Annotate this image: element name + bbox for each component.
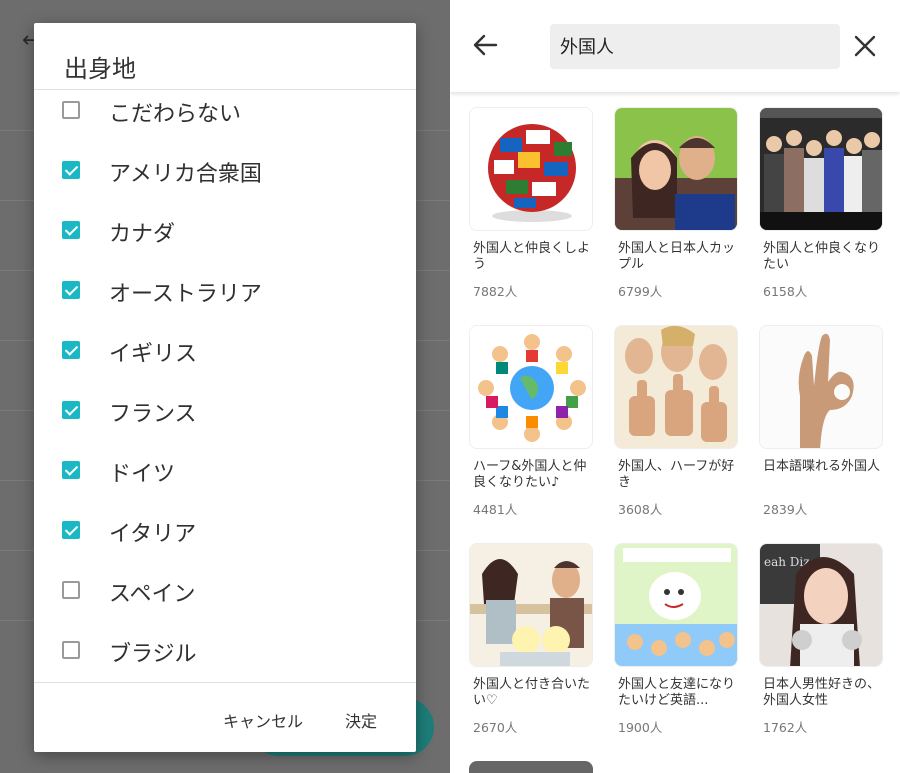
search-bar (450, 0, 900, 92)
checkbox[interactable] (62, 101, 80, 119)
community-title: 日本語喋れる外国人 (763, 459, 881, 474)
result-card[interactable]: 外国人と日本人カップル 6799人 (614, 107, 738, 307)
country-option-label: ブラジル (109, 642, 197, 667)
result-card[interactable]: eah Dizon 日本人男性好きの、外国人女性 1762人 (759, 543, 883, 743)
country-option-label: イギリス (109, 342, 198, 367)
country-option-list: こだわらない アメリカ合衆国 カナダオーストラリア イギリスフランスドイツイタリアスペ… (34, 90, 416, 682)
member-count: 3608人 (618, 502, 663, 517)
checkbox[interactable] (62, 641, 80, 659)
ok-button[interactable]: 決定 (345, 708, 377, 732)
country-option-label: カナダ (109, 222, 176, 247)
country-option-label: こだわらない (109, 102, 242, 127)
birthplace-dialog: 出身地 こだわらない アメリカ合衆国 カナダオーストラリア イギリスフランスドイツイタ… (34, 23, 416, 752)
result-card-partial[interactable] (469, 761, 593, 773)
community-thumbnail-image (759, 107, 883, 231)
community-title: ハーフ&外国人と仲良くなりたい♪ (473, 459, 587, 490)
checkbox[interactable] (62, 281, 80, 299)
result-card[interactable]: ハーフ&外国人と仲良くなりたい♪ 4481人 (469, 325, 593, 525)
community-title: 外国人と付き合いたい♡ (473, 677, 591, 708)
country-option[interactable]: イタリア (34, 510, 416, 570)
cancel-button[interactable]: キャンセル (223, 708, 303, 732)
community-thumbnail-image: eah Dizon (759, 543, 883, 667)
result-card[interactable]: 外国人、ハーフが好き 3608人 (614, 325, 738, 525)
member-count: 6799人 (618, 284, 663, 299)
community-thumbnail-image (469, 543, 593, 667)
result-card[interactable]: 外国人と友達になりたいけど英語... 1900人 (614, 543, 738, 743)
left-panel: ← 出身地 こだわらない アメリカ合衆国 カナダ オーストラリア イギリス フランス ドイツ… (0, 0, 450, 773)
country-option[interactable]: ブラジル (34, 630, 416, 682)
checkbox[interactable] (62, 161, 80, 179)
community-title: 外国人と仲良くなりたい (763, 241, 881, 272)
result-card[interactable]: 外国人と仲良くしよう 7882人 (469, 107, 593, 307)
search-box (550, 24, 840, 69)
member-count: 6158人 (763, 284, 808, 299)
community-title: 日本人男性好きの、外国人女性 (763, 677, 881, 708)
country-option[interactable]: カナダ (34, 210, 416, 270)
community-title: 外国人と日本人カップル (618, 241, 736, 272)
community-thumbnail-image (614, 107, 738, 231)
checkbox[interactable] (62, 461, 80, 479)
checkbox[interactable] (62, 521, 80, 539)
country-option-label: スペイン (109, 582, 196, 607)
search-input[interactable] (560, 32, 830, 60)
member-count: 2670人 (473, 720, 518, 735)
arrow-left-icon[interactable] (470, 30, 500, 60)
country-option-label: アメリカ合衆国 (109, 162, 262, 187)
right-panel: 外国人と仲良くしよう 7882人 外国人と日本人カップル 6799人 外国人と仲良くなり… (450, 0, 900, 773)
checkbox[interactable] (62, 221, 80, 239)
country-option[interactable]: アメリカ合衆国 (34, 150, 416, 210)
result-card[interactable]: 外国人と付き合いたい♡ 2670人 (469, 543, 593, 743)
divider (34, 682, 416, 683)
country-option[interactable]: ドイツ (34, 450, 416, 510)
country-option-label: ドイツ (109, 462, 176, 487)
country-option-label: オーストラリア (109, 282, 262, 307)
community-thumbnail-image (614, 543, 738, 667)
checkbox[interactable] (62, 401, 80, 419)
country-option-label: イタリア (109, 522, 197, 547)
close-icon[interactable] (852, 33, 878, 59)
result-card[interactable]: 外国人と仲良くなりたい 6158人 (759, 107, 883, 307)
member-count: 2839人 (763, 502, 808, 517)
checkbox[interactable] (62, 341, 80, 359)
country-option[interactable]: こだわらない (34, 90, 416, 150)
community-thumbnail-image (469, 107, 593, 231)
checkbox[interactable] (62, 581, 80, 599)
community-title: 外国人、ハーフが好き (618, 459, 735, 490)
community-title: 外国人と友達になりたいけど英語... (618, 677, 736, 708)
country-option[interactable]: オーストラリア (34, 270, 416, 330)
member-count: 1900人 (618, 720, 663, 735)
member-count: 7882人 (473, 284, 518, 299)
country-option[interactable]: イギリス (34, 330, 416, 390)
member-count: 1762人 (763, 720, 808, 735)
member-count: 4481人 (473, 502, 518, 517)
community-thumbnail-image (614, 325, 738, 449)
community-thumbnail-image (759, 325, 883, 449)
community-title: 外国人と仲良くしよう (473, 241, 591, 272)
country-option-label: フランス (109, 402, 197, 427)
result-card[interactable]: 日本語喋れる外国人 2839人 (759, 325, 883, 525)
dialog-title: 出身地 (64, 55, 136, 83)
community-thumbnail-image (469, 325, 593, 449)
country-option[interactable]: フランス (34, 390, 416, 450)
country-option[interactable]: スペイン (34, 570, 416, 630)
